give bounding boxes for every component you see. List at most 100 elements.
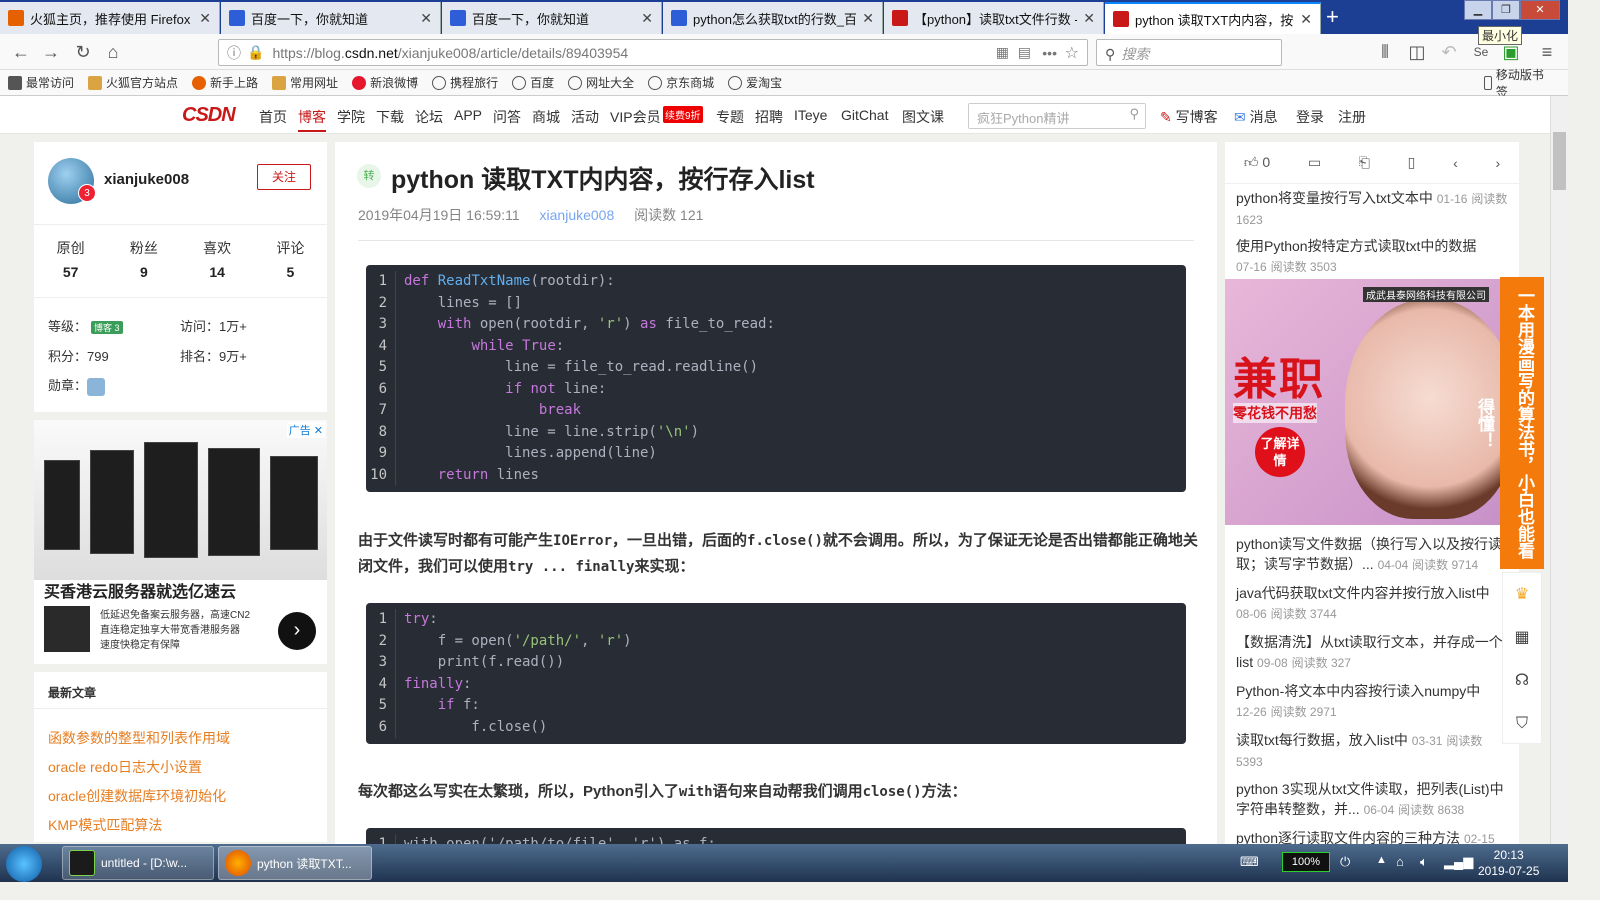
taskbar-item-active[interactable]: python 读取TXT...: [218, 846, 372, 880]
nav-iteye[interactable]: ITeye: [794, 107, 827, 123]
nav-qa[interactable]: 问答: [493, 107, 521, 127]
usb-icon[interactable]: ⌂: [1396, 854, 1404, 869]
minimize-button[interactable]: ▁: [1464, 0, 1492, 20]
browser-tab[interactable]: 【python】读取txt文件行数 - ✕: [884, 2, 1104, 34]
nav-shop[interactable]: 商城: [532, 107, 560, 127]
vip-crown-icon[interactable]: ♛: [1503, 573, 1541, 616]
sidebar-icon[interactable]: ◫: [1404, 40, 1430, 64]
related-article[interactable]: 【数据清洗】从txt读取行文本，并存成一个list 09-08 阅读数 327: [1236, 632, 1512, 673]
recent-article-link[interactable]: oracle创建数据库环境初始化: [48, 786, 226, 806]
bookmark-item[interactable]: 携程旅行: [432, 74, 498, 91]
nav-academy[interactable]: 学院: [337, 107, 365, 127]
back-icon[interactable]: ←: [8, 40, 34, 64]
scrollbar-thumb[interactable]: [1553, 132, 1566, 190]
browser-tab[interactable]: 火狐主页，推荐使用 Firefox 火狐浏 ✕: [0, 2, 220, 34]
bookmark-item[interactable]: 网址大全: [568, 74, 634, 91]
browser-tab[interactable]: python怎么获取txt的行数_百度 ✕: [663, 2, 883, 34]
related-article[interactable]: python读写文件数据（换行写入以及按行读取；读写字节数据）... 04-04…: [1236, 534, 1512, 575]
recent-article-link[interactable]: oracle redo日志大小设置: [48, 757, 202, 777]
nav-app[interactable]: APP: [454, 107, 482, 123]
url-bar[interactable]: ⓘ 🔒 https://blog. csdn.net/xianjuke008/ar…: [218, 39, 1088, 66]
new-tab-button[interactable]: +: [1326, 4, 1339, 30]
messages-link[interactable]: ✉ 消息: [1234, 107, 1278, 127]
nav-courses[interactable]: 图文课: [902, 107, 944, 127]
browser-tab[interactable]: 百度一下，你就知道 ✕: [442, 2, 662, 34]
qr-code-icon[interactable]: ▦: [996, 44, 1009, 61]
bookmark-item[interactable]: 最常访问: [8, 74, 74, 91]
nav-jobs[interactable]: 招聘: [755, 107, 783, 127]
related-article[interactable]: 使用Python按特定方式读取txt中的数据 07-16 阅读数 3503: [1236, 236, 1512, 277]
stat-original[interactable]: 原创 57: [34, 238, 107, 280]
browser-tab-active[interactable]: python 读取TXT内内容，按行存 ✕: [1105, 2, 1321, 34]
library-icon[interactable]: ⫴: [1372, 40, 1398, 64]
nav-events[interactable]: 活动: [571, 107, 599, 127]
author-name[interactable]: xianjuke008: [104, 171, 189, 188]
chevron-right-icon[interactable]: ›: [278, 612, 316, 650]
stat-likes[interactable]: 喜欢 14: [181, 238, 254, 280]
article-author-link[interactable]: xianjuke008: [540, 207, 615, 223]
related-article[interactable]: Python-将文本中内容按行读入numpy中 12-26 阅读数 2971: [1236, 681, 1512, 722]
info-icon[interactable]: ⓘ: [227, 43, 241, 63]
left-advertisement[interactable]: 广告 ✕ 买香港云服务器就选亿速云 低延迟免备案云服务器，高速CN2 直连稳定独…: [34, 420, 327, 664]
bookmark-item[interactable]: 火狐官方站点: [88, 74, 178, 91]
shield-icon[interactable]: ⛉: [1503, 702, 1541, 745]
mobile-icon[interactable]: ▯: [1408, 154, 1416, 171]
close-tab-icon[interactable]: ✕: [199, 10, 211, 27]
stat-comments[interactable]: 评论 5: [254, 238, 327, 280]
chevron-left-icon[interactable]: ‹: [1453, 155, 1458, 171]
recent-article-link[interactable]: 函数参数的整型和列表作用域: [48, 728, 230, 748]
browser-search-input[interactable]: ⚲ 搜索: [1096, 39, 1282, 66]
ad-badge[interactable]: 广告 ✕: [286, 422, 325, 438]
close-tab-icon[interactable]: ✕: [862, 10, 874, 27]
bookmark-icon[interactable]: ⎗: [1359, 154, 1370, 171]
close-tab-icon[interactable]: ✕: [641, 10, 653, 27]
page-scrollbar[interactable]: [1550, 96, 1568, 844]
system-clock[interactable]: 20:13 2019-07-25: [1478, 847, 1539, 879]
ad-learn-more-button[interactable]: 了解详情: [1255, 427, 1305, 477]
nav-gitchat[interactable]: GitChat: [841, 107, 888, 123]
comment-icon[interactable]: ▭: [1308, 154, 1321, 171]
volume-icon[interactable]: 🔈︎: [1420, 854, 1428, 870]
browser-tab[interactable]: 百度一下，你就知道 ✕: [221, 2, 441, 34]
nav-home[interactable]: 首页: [259, 107, 287, 127]
login-link[interactable]: 登录: [1296, 107, 1324, 127]
follow-button[interactable]: 关注: [257, 164, 311, 190]
site-search-input[interactable]: 疯狂Python精讲 ⚲: [968, 103, 1146, 129]
medal-icon[interactable]: [87, 377, 106, 396]
chevron-right-icon[interactable]: ›: [1495, 155, 1500, 171]
nav-download[interactable]: 下载: [376, 107, 404, 127]
reader-view-icon[interactable]: ▤: [1018, 44, 1031, 61]
recent-article-link[interactable]: KMP模式匹配算法: [48, 815, 162, 835]
network-icon[interactable]: ▂▄▆: [1444, 854, 1473, 870]
stat-fans[interactable]: 粉丝 9: [107, 238, 180, 280]
undo-icon[interactable]: ↶: [1436, 40, 1462, 64]
bookmark-star-icon[interactable]: ☆: [1065, 43, 1079, 63]
close-tab-icon[interactable]: ✕: [1300, 11, 1312, 28]
bookmark-item[interactable]: 百度: [512, 74, 554, 91]
csdn-logo[interactable]: CSDN: [182, 104, 236, 127]
reload-icon[interactable]: ↻: [70, 40, 96, 64]
forward-icon[interactable]: →: [38, 40, 64, 64]
bookmark-item[interactable]: 爱淘宝: [728, 74, 782, 91]
close-tab-icon[interactable]: ✕: [1083, 10, 1095, 27]
related-article[interactable]: 读取txt每行数据，放入list中 03-31 阅读数 5393: [1236, 730, 1512, 772]
maximize-button[interactable]: ❐: [1492, 0, 1520, 20]
bookmark-item[interactable]: 常用网址: [272, 74, 338, 91]
related-article[interactable]: python 3实现从txt文件读取，把列表(List)中字符串转整数，并...…: [1236, 779, 1512, 820]
bookmark-item[interactable]: 新手上路: [192, 74, 258, 91]
search-icon[interactable]: ⚲: [1129, 106, 1139, 122]
keyboard-icon[interactable]: ⌨: [1240, 854, 1259, 870]
customer-service-icon[interactable]: ☊: [1503, 659, 1541, 702]
nav-forum[interactable]: 论坛: [415, 107, 443, 127]
tray-expand-icon[interactable]: ▲: [1376, 854, 1387, 866]
bookmark-item[interactable]: 新浪微博: [352, 74, 418, 91]
write-blog-link[interactable]: ✎ 写博客: [1160, 107, 1218, 127]
qr-code-icon[interactable]: ▦: [1503, 616, 1541, 659]
code-block[interactable]: 1 def ReadTxtName(rootdir): 2 lines = [] 3 …: [366, 265, 1186, 492]
nav-blog[interactable]: 博客: [298, 107, 326, 132]
close-window-button[interactable]: ✕: [1520, 0, 1560, 20]
code-block[interactable]: 1 try: 2 f = open('/path/', 'r') 3 print(f.…: [366, 603, 1186, 744]
close-tab-icon[interactable]: ✕: [420, 10, 432, 27]
avatar[interactable]: 3: [48, 158, 96, 204]
menu-icon[interactable]: ≡: [1534, 40, 1560, 64]
